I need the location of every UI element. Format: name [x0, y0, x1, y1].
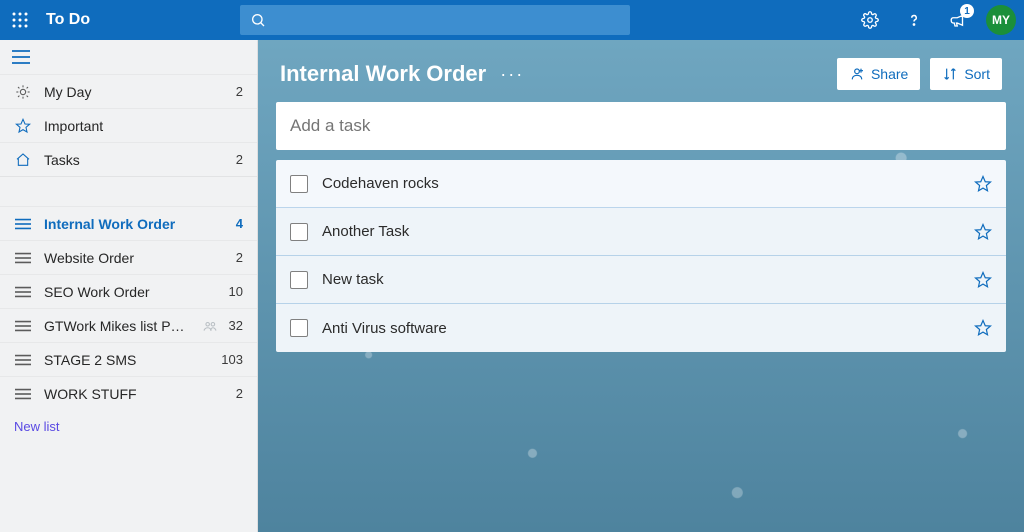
list-options-button[interactable]: ···	[500, 64, 524, 85]
sidebar-item-label: WORK STUFF	[44, 386, 224, 402]
share-button[interactable]: Share	[837, 58, 920, 90]
sidebar-smartlists: My Day 2 Important Tasks	[0, 74, 257, 176]
sidebar-toggle-button[interactable]	[0, 40, 257, 74]
sidebar-item-label: Internal Work Order	[44, 216, 224, 232]
list-title: Internal Work Order	[280, 61, 486, 87]
sidebar-item-tasks[interactable]: Tasks 2	[0, 142, 257, 176]
sidebar-item-count: 4	[236, 216, 243, 231]
sidebar-userlists: Internal Work Order 4 Website Order 2 SE…	[0, 206, 257, 410]
task-row[interactable]: Codehaven rocks	[276, 160, 1006, 208]
app-launcher-button[interactable]	[0, 0, 40, 40]
star-icon	[974, 223, 992, 241]
task-star-button[interactable]	[974, 175, 992, 193]
settings-button[interactable]	[850, 0, 890, 40]
sidebar: My Day 2 Important Tasks	[0, 40, 258, 532]
list-header: Internal Work Order ··· Share Sort	[258, 40, 1024, 96]
star-icon	[974, 175, 992, 193]
share-label: Share	[871, 66, 908, 82]
gear-icon	[861, 11, 879, 29]
new-list-button[interactable]: New list	[0, 410, 257, 442]
whats-new-button[interactable]: 1	[938, 0, 978, 40]
sidebar-item-stage2sms[interactable]: STAGE 2 SMS 103	[0, 342, 257, 376]
waffle-icon	[12, 12, 28, 28]
avatar[interactable]: MY	[986, 5, 1016, 35]
task-title: Another Task	[322, 223, 960, 240]
list-icon	[14, 388, 32, 400]
help-button[interactable]	[894, 0, 934, 40]
list-icon	[14, 252, 32, 264]
sidebar-item-count: 2	[236, 386, 243, 401]
task-list: Codehaven rocks Another Task New task	[276, 160, 1006, 352]
task-row[interactable]: New task	[276, 256, 1006, 304]
sidebar-item-count: 2	[236, 152, 243, 167]
add-task-field[interactable]	[290, 116, 992, 136]
task-row[interactable]: Another Task	[276, 208, 1006, 256]
sidebar-item-myday[interactable]: My Day 2	[0, 74, 257, 108]
task-title: New task	[322, 271, 960, 288]
star-icon	[974, 319, 992, 337]
shared-icon	[203, 319, 217, 333]
sort-button[interactable]: Sort	[930, 58, 1002, 90]
task-title: Anti Virus software	[322, 320, 960, 337]
sidebar-item-gtwork[interactable]: GTWork Mikes list Personal 32	[0, 308, 257, 342]
sidebar-item-internal-work-order[interactable]: Internal Work Order 4	[0, 206, 257, 240]
add-task-input[interactable]	[276, 102, 1006, 150]
sidebar-item-work-stuff[interactable]: WORK STUFF 2	[0, 376, 257, 410]
task-checkbox[interactable]	[290, 175, 308, 193]
new-list-label: New list	[14, 419, 60, 434]
task-star-button[interactable]	[974, 319, 992, 337]
home-icon	[14, 152, 32, 168]
sidebar-item-label: Important	[44, 118, 231, 134]
share-icon	[849, 66, 865, 82]
task-star-button[interactable]	[974, 271, 992, 289]
sidebar-item-label: SEO Work Order	[44, 284, 217, 300]
sidebar-item-label: STAGE 2 SMS	[44, 352, 209, 368]
star-icon	[974, 271, 992, 289]
task-title: Codehaven rocks	[322, 175, 960, 192]
task-star-button[interactable]	[974, 223, 992, 241]
task-row[interactable]: Anti Virus software	[276, 304, 1006, 352]
sidebar-item-seo-work-order[interactable]: SEO Work Order 10	[0, 274, 257, 308]
list-icon	[14, 354, 32, 366]
search-input[interactable]	[240, 5, 630, 35]
sidebar-item-website-order[interactable]: Website Order 2	[0, 240, 257, 274]
list-icon	[14, 286, 32, 298]
sidebar-item-count: 2	[236, 250, 243, 265]
help-icon	[905, 11, 923, 29]
sidebar-item-count: 32	[229, 318, 243, 333]
sort-icon	[942, 66, 958, 82]
sidebar-item-label: GTWork Mikes list Personal	[44, 318, 191, 334]
sidebar-item-count: 10	[229, 284, 243, 299]
task-checkbox[interactable]	[290, 319, 308, 337]
sidebar-item-label: My Day	[44, 84, 224, 100]
task-checkbox[interactable]	[290, 223, 308, 241]
sidebar-item-count: 103	[221, 352, 243, 367]
sidebar-item-label: Website Order	[44, 250, 224, 266]
list-icon	[14, 320, 32, 332]
sidebar-item-important[interactable]: Important	[0, 108, 257, 142]
main-panel: Internal Work Order ··· Share Sort	[258, 40, 1024, 532]
list-icon	[14, 218, 32, 230]
app-title: To Do	[40, 11, 90, 29]
star-icon	[14, 118, 32, 134]
sidebar-item-count: 2	[236, 84, 243, 99]
hamburger-icon	[12, 50, 30, 64]
sort-label: Sort	[964, 66, 990, 82]
notification-badge: 1	[960, 4, 974, 18]
task-checkbox[interactable]	[290, 271, 308, 289]
app-header: To Do 1 MY	[0, 0, 1024, 40]
sidebar-item-label: Tasks	[44, 152, 224, 168]
sun-icon	[14, 84, 32, 100]
search-icon	[250, 12, 266, 28]
